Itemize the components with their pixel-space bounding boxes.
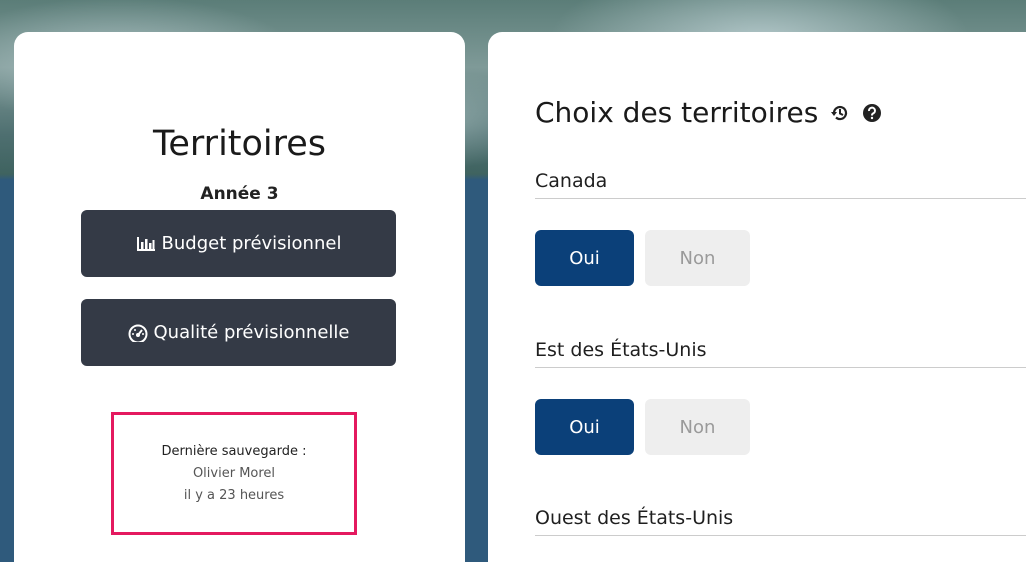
east-us-no-button[interactable]: Non (645, 399, 750, 455)
last-save-user: Olivier Morel (192, 465, 276, 481)
territory-selection-header: Choix des territoires (535, 96, 882, 129)
territory-selection-card: Choix des territoires Canada Oui Non Est… (488, 32, 1026, 562)
bar-chart-icon (136, 236, 156, 252)
page-title: Territoires (152, 124, 327, 164)
last-save-label: Dernière sauvegarde : (161, 443, 307, 459)
territory-label-west-us: Ouest des États-Unis (535, 507, 734, 529)
divider (535, 367, 1026, 368)
divider (535, 198, 1026, 199)
quality-forecast-label: Qualité prévisionnelle (153, 322, 350, 343)
gauge-icon (128, 324, 148, 342)
canada-yes-button[interactable]: Oui (535, 230, 634, 286)
east-us-yes-button[interactable]: Oui (535, 399, 634, 455)
budget-forecast-label: Budget prévisionnel (161, 233, 342, 254)
year-label: Année 3 (200, 184, 279, 204)
history-icon[interactable] (830, 103, 850, 123)
territory-label-east-us: Est des États-Unis (535, 339, 707, 361)
divider (535, 535, 1026, 536)
quality-forecast-button[interactable]: Qualité prévisionnelle (81, 299, 396, 366)
budget-forecast-button[interactable]: Budget prévisionnel (81, 210, 396, 277)
help-icon[interactable] (862, 103, 882, 123)
canada-no-button[interactable]: Non (645, 230, 750, 286)
last-save-time: il y a 23 heures (183, 487, 285, 503)
summary-card: Territoires Année 3 Budget prévisionnel (14, 32, 465, 562)
last-save-info: Dernière sauvegarde : Olivier Morel il y… (111, 412, 357, 535)
territory-label-canada: Canada (535, 170, 608, 192)
territory-selection-title: Choix des territoires (535, 96, 819, 129)
